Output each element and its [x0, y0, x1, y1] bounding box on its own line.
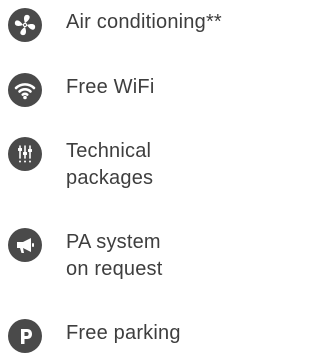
- amenity-pa-system: PA system on request: [8, 228, 163, 283]
- amenity-label-line: Free parking: [66, 322, 181, 344]
- parking-icon: [8, 319, 42, 353]
- amenity-label-line: on request: [66, 258, 163, 280]
- amenity-label-line: Air conditioning**: [66, 11, 222, 33]
- amenity-air-conditioning: Air conditioning**: [8, 8, 222, 42]
- amenity-technical-packages: Technical packages: [8, 137, 153, 192]
- amenity-label: Air conditioning**: [66, 8, 222, 36]
- amenity-wifi: Free WiFi: [8, 73, 154, 107]
- fan-icon: [8, 8, 42, 42]
- amenity-label-line: Free WiFi: [66, 76, 155, 98]
- wifi-icon: [8, 73, 42, 107]
- megaphone-icon: [8, 228, 42, 262]
- amenity-label-line: PA system: [66, 231, 161, 253]
- amenity-label: Free parking: [66, 319, 181, 347]
- amenity-label: Free WiFi: [66, 73, 154, 101]
- amenity-parking: Free parking: [8, 319, 181, 353]
- amenity-label: Technical packages: [66, 137, 153, 192]
- amenity-label: PA system on request: [66, 228, 163, 283]
- amenity-label-line: Technical: [66, 140, 152, 162]
- amenity-label-line: packages: [66, 167, 154, 189]
- mixer-sliders-icon: [8, 137, 42, 171]
